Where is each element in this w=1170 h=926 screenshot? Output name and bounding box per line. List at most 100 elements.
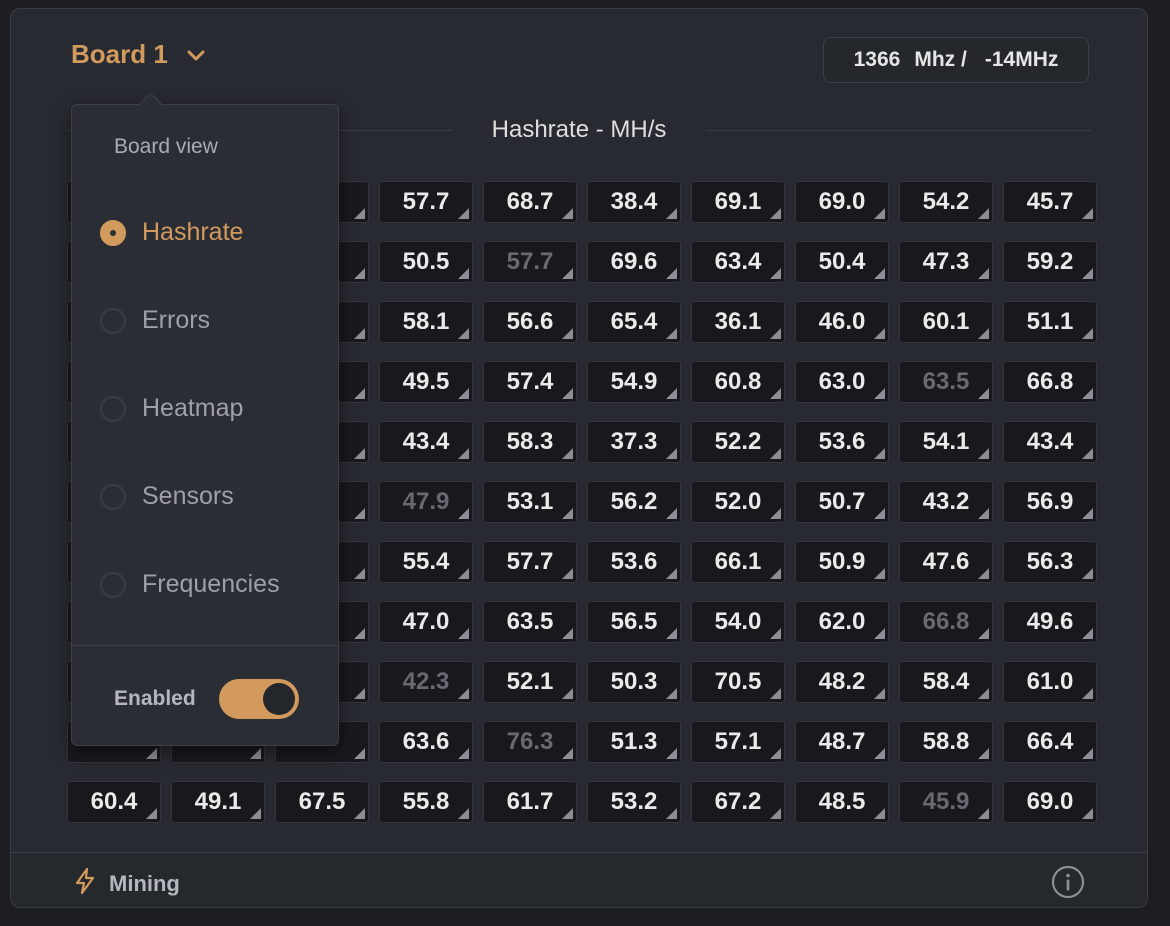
frequency-delta: -14MHz [984, 48, 1059, 71]
hashrate-cell[interactable]: 67.2 [691, 781, 785, 823]
hashrate-cell[interactable]: 69.1 [691, 181, 785, 223]
hashrate-cell[interactable]: 56.5 [587, 601, 681, 643]
frequency-display: 1366 Mhz / -14MHz [823, 37, 1089, 83]
hashrate-cell[interactable]: 47.3 [899, 241, 993, 283]
view-option-heatmap[interactable]: Heatmap [100, 394, 243, 423]
hashrate-cell[interactable]: 53.6 [587, 541, 681, 583]
hashrate-cell[interactable]: 69.0 [1003, 781, 1097, 823]
hashrate-cell[interactable]: 53.6 [795, 421, 889, 463]
hashrate-cell[interactable]: 46.0 [795, 301, 889, 343]
radio-button[interactable] [100, 571, 126, 598]
hashrate-cell[interactable]: 63.5 [483, 601, 577, 643]
view-option-hashrate[interactable]: Hashrate [100, 218, 243, 247]
status-footer: Mining [11, 852, 1147, 907]
hashrate-cell[interactable]: 55.8 [379, 781, 473, 823]
hashrate-cell[interactable]: 49.5 [379, 361, 473, 403]
hashrate-cell[interactable]: 36.1 [691, 301, 785, 343]
hashrate-cell[interactable]: 65.4 [587, 301, 681, 343]
hashrate-cell[interactable]: 52.0 [691, 481, 785, 523]
radio-button[interactable] [100, 307, 126, 334]
hashrate-cell[interactable]: 51.1 [1003, 301, 1097, 343]
hashrate-cell[interactable]: 43.4 [379, 421, 473, 463]
hashrate-cell[interactable]: 55.4 [379, 541, 473, 583]
hashrate-cell[interactable]: 60.1 [899, 301, 993, 343]
hashrate-cell[interactable]: 68.7 [483, 181, 577, 223]
hashrate-cell[interactable]: 57.7 [483, 241, 577, 283]
hashrate-cell[interactable]: 66.4 [1003, 721, 1097, 763]
hashrate-cell[interactable]: 50.7 [795, 481, 889, 523]
hashrate-cell[interactable]: 57.7 [483, 541, 577, 583]
hashrate-cell[interactable]: 47.6 [899, 541, 993, 583]
hashrate-cell[interactable]: 38.4 [587, 181, 681, 223]
hashrate-cell[interactable]: 53.2 [587, 781, 681, 823]
hashrate-cell[interactable]: 57.4 [483, 361, 577, 403]
hashrate-cell[interactable]: 61.0 [1003, 661, 1097, 703]
hashrate-cell[interactable]: 43.4 [1003, 421, 1097, 463]
chevron-down-icon [186, 48, 206, 62]
hashrate-cell[interactable]: 50.4 [795, 241, 889, 283]
hashrate-cell[interactable]: 69.0 [795, 181, 889, 223]
hashrate-cell[interactable]: 60.4 [67, 781, 161, 823]
hashrate-cell[interactable]: 48.2 [795, 661, 889, 703]
hashrate-cell[interactable]: 56.2 [587, 481, 681, 523]
hashrate-cell[interactable]: 67.5 [275, 781, 369, 823]
info-icon[interactable] [1051, 865, 1085, 904]
hashrate-cell[interactable]: 56.3 [1003, 541, 1097, 583]
hashrate-cell[interactable]: 50.5 [379, 241, 473, 283]
hashrate-cell[interactable]: 42.3 [379, 661, 473, 703]
radio-button[interactable] [100, 219, 126, 246]
radio-button[interactable] [100, 395, 126, 422]
dropdown-heading: Board view [114, 135, 218, 158]
enabled-toggle[interactable] [219, 679, 299, 719]
hashrate-cell[interactable]: 66.8 [899, 601, 993, 643]
hashrate-cell[interactable]: 47.9 [379, 481, 473, 523]
hashrate-cell[interactable]: 43.2 [899, 481, 993, 523]
hashrate-cell[interactable]: 53.1 [483, 481, 577, 523]
hashrate-cell[interactable]: 63.5 [899, 361, 993, 403]
hashrate-cell[interactable]: 58.3 [483, 421, 577, 463]
view-option-errors[interactable]: Errors [100, 306, 210, 335]
hashrate-cell[interactable]: 58.4 [899, 661, 993, 703]
hashrate-cell[interactable]: 54.1 [899, 421, 993, 463]
hashrate-cell[interactable]: 37.3 [587, 421, 681, 463]
hashrate-cell[interactable]: 69.6 [587, 241, 681, 283]
hashrate-cell[interactable]: 48.7 [795, 721, 889, 763]
hashrate-cell[interactable]: 76.3 [483, 721, 577, 763]
hashrate-cell[interactable]: 70.5 [691, 661, 785, 703]
hashrate-cell[interactable]: 61.7 [483, 781, 577, 823]
hashrate-cell[interactable]: 47.0 [379, 601, 473, 643]
radio-button[interactable] [100, 483, 126, 510]
hashrate-cell[interactable]: 45.9 [899, 781, 993, 823]
hashrate-cell[interactable]: 50.3 [587, 661, 681, 703]
hashrate-cell[interactable]: 49.6 [1003, 601, 1097, 643]
hashrate-cell[interactable]: 62.0 [795, 601, 889, 643]
hashrate-cell[interactable]: 60.8 [691, 361, 785, 403]
hashrate-cell[interactable]: 66.8 [1003, 361, 1097, 403]
hashrate-cell[interactable]: 45.7 [1003, 181, 1097, 223]
hashrate-cell[interactable]: 54.9 [587, 361, 681, 403]
hashrate-cell[interactable]: 56.9 [1003, 481, 1097, 523]
dropdown-caret [138, 92, 163, 117]
hashrate-cell[interactable]: 59.2 [1003, 241, 1097, 283]
hashrate-cell[interactable]: 63.4 [691, 241, 785, 283]
view-option-frequencies[interactable]: Frequencies [100, 570, 280, 599]
hashrate-cell[interactable]: 66.1 [691, 541, 785, 583]
hashrate-cell[interactable]: 58.1 [379, 301, 473, 343]
view-option-sensors[interactable]: Sensors [100, 482, 234, 511]
hashrate-cell[interactable]: 56.6 [483, 301, 577, 343]
hashrate-cell[interactable]: 57.7 [379, 181, 473, 223]
hashrate-cell[interactable]: 48.5 [795, 781, 889, 823]
hashrate-cell[interactable]: 49.1 [171, 781, 265, 823]
hashrate-cell[interactable]: 54.0 [691, 601, 785, 643]
hashrate-cell[interactable]: 57.1 [691, 721, 785, 763]
hashrate-cell[interactable]: 54.2 [899, 181, 993, 223]
board-selector[interactable]: Board 1 [71, 39, 206, 70]
hashrate-cell[interactable]: 52.2 [691, 421, 785, 463]
hashrate-cell[interactable]: 63.6 [379, 721, 473, 763]
title-divider-right [706, 129, 1092, 131]
hashrate-cell[interactable]: 52.1 [483, 661, 577, 703]
hashrate-cell[interactable]: 50.9 [795, 541, 889, 583]
hashrate-cell[interactable]: 58.8 [899, 721, 993, 763]
hashrate-cell[interactable]: 63.0 [795, 361, 889, 403]
hashrate-cell[interactable]: 51.3 [587, 721, 681, 763]
